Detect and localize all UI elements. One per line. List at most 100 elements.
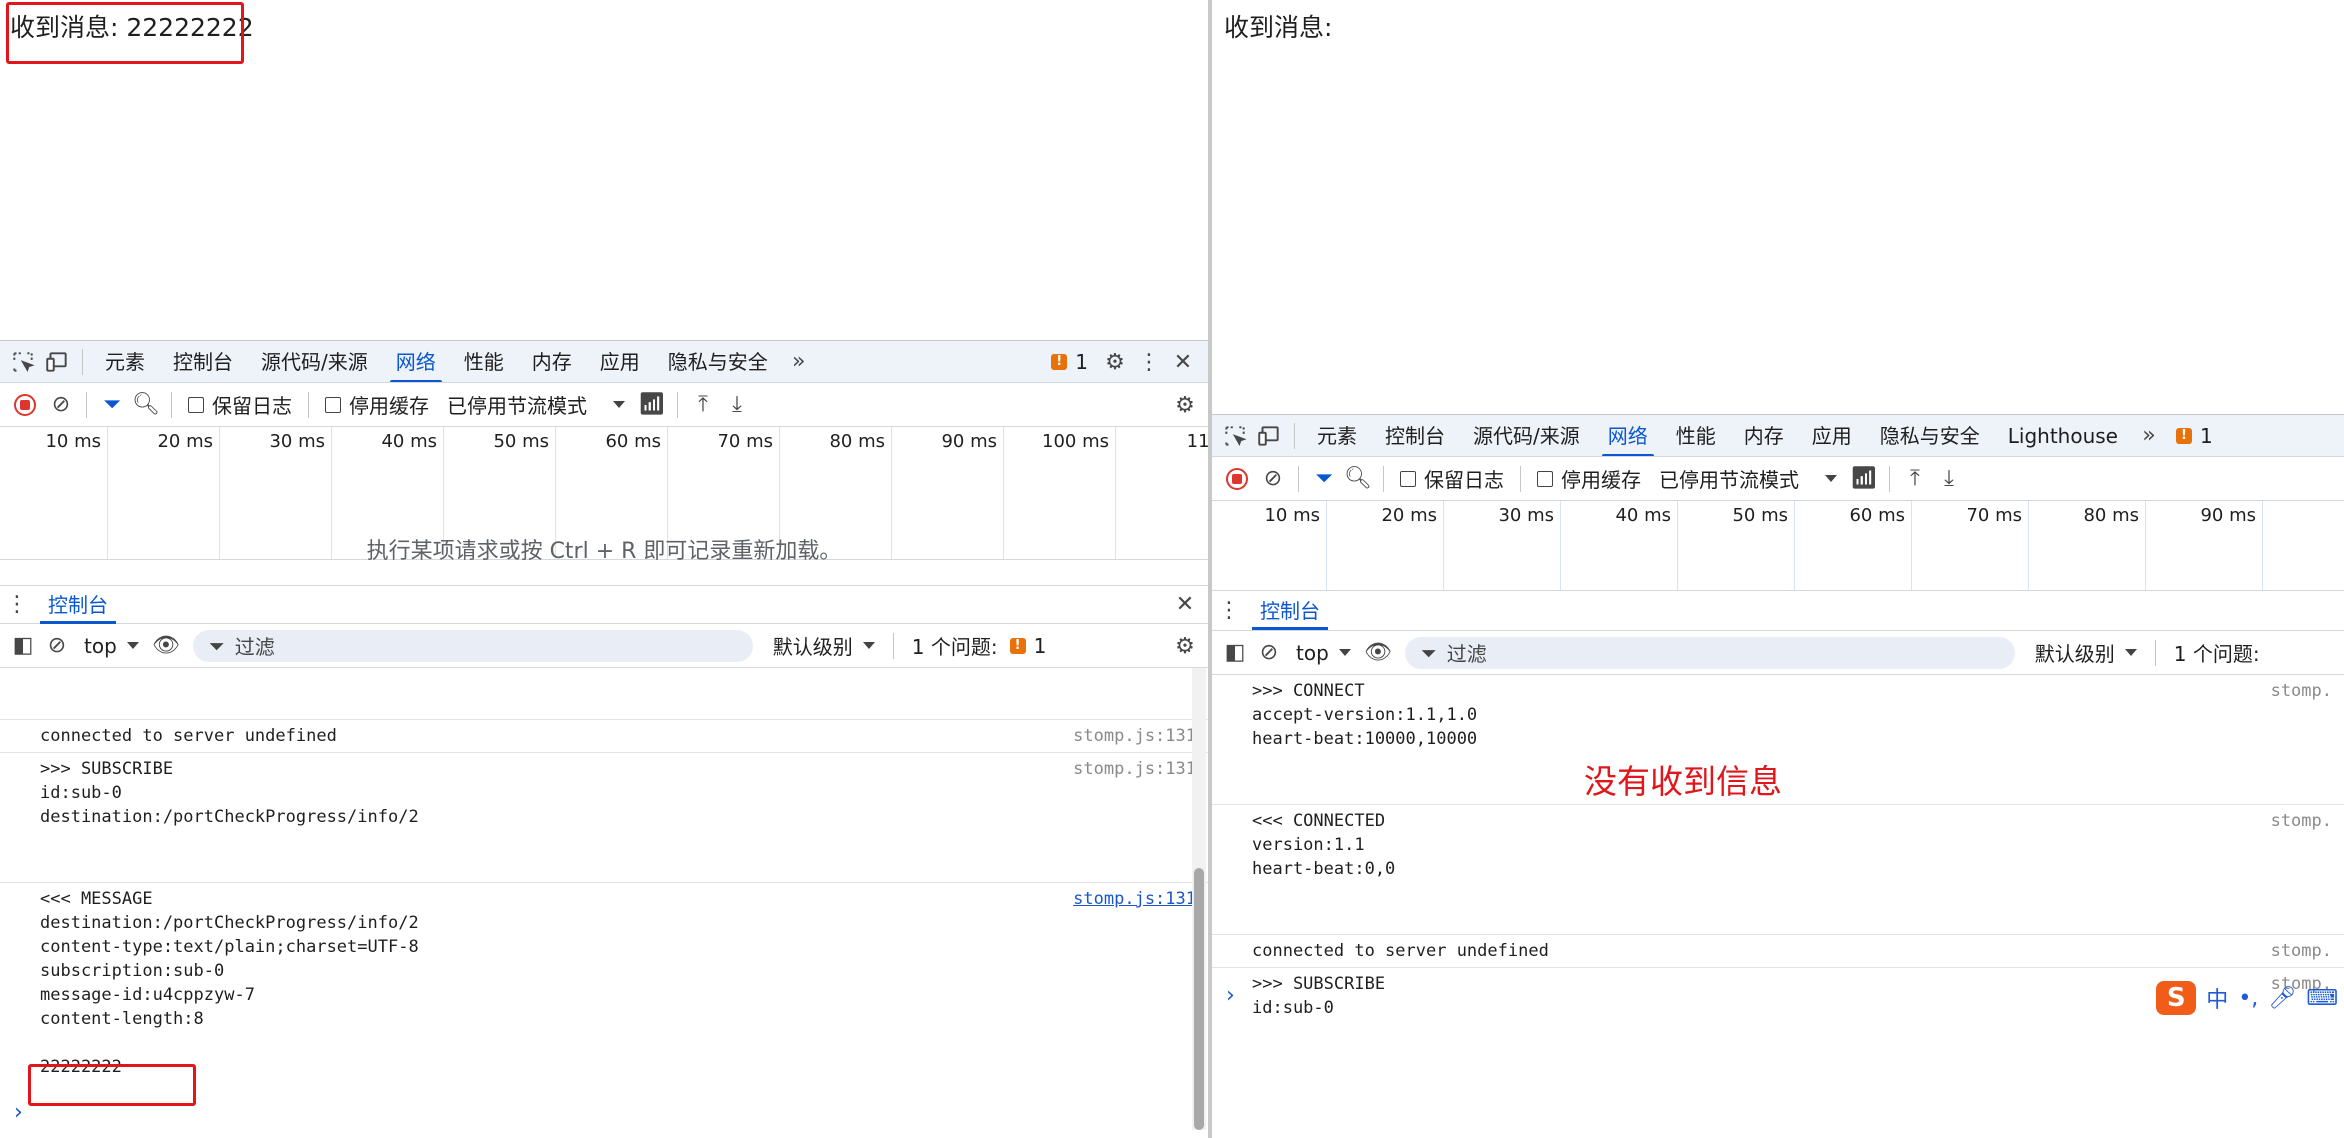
tab-performance[interactable]: 性能 <box>450 341 518 382</box>
live-expression-eye-icon[interactable]: 👁︎ <box>1361 636 1395 670</box>
timeline-gridline <box>1443 501 1444 590</box>
log-level-select[interactable]: 默认级别 <box>2035 638 2137 667</box>
more-options-icon[interactable]: ⋮ <box>1132 345 1166 379</box>
console-issues-count[interactable]: 1 个问题: <box>2174 638 2260 667</box>
disable-cache-checkbox[interactable]: 停用缓存 <box>325 390 429 419</box>
filter-icon[interactable]: ⏷ <box>1307 462 1341 496</box>
clear-icon[interactable]: ⊘ <box>44 388 78 422</box>
import-har-upload-icon[interactable]: ⤒ <box>686 388 720 422</box>
tab-privacy-security[interactable]: 隐私与安全 <box>654 341 782 382</box>
import-har-upload-icon[interactable]: ⤒ <box>1898 462 1932 496</box>
timeline-tick-label: 10 ms <box>1264 505 1320 526</box>
divider <box>2154 639 2156 666</box>
context-select[interactable]: top <box>84 634 139 658</box>
source-link[interactable]: stomp. <box>2271 679 2332 703</box>
console-scrollbar[interactable] <box>1192 668 1206 1130</box>
drawer-menu-icon[interactable]: ⋮ <box>1212 594 1246 628</box>
filter-icon: ⏷ <box>208 633 225 658</box>
context-select[interactable]: top <box>1296 641 1351 665</box>
record-stop-icon[interactable] <box>14 393 36 416</box>
live-expression-eye-icon[interactable]: 👁︎ <box>149 629 183 663</box>
tab-network[interactable]: 网络 <box>382 341 450 382</box>
sidebar-toggle-icon[interactable]: ◧ <box>1218 636 1252 670</box>
preserve-log-checkbox[interactable]: 保留日志 <box>1400 464 1504 493</box>
timeline-gridline <box>2145 501 2146 590</box>
inspect-element-icon[interactable] <box>6 345 40 379</box>
tab-lighthouse[interactable]: Lighthouse <box>1994 415 2132 456</box>
timeline-tick-label: 80 ms <box>2083 505 2139 526</box>
throttle-select[interactable]: 已停用节流模式 <box>447 390 625 419</box>
console-issues-count[interactable]: 1 个问题:! 1 <box>912 631 1047 660</box>
network-toolbar: ⊘ ⏷ 🔍︎ 保留日志 停用缓存 已停用节流模式 📶︎ ⤒ ⤓ <box>1212 457 2344 501</box>
tab-sources[interactable]: 源代码/来源 <box>247 341 382 382</box>
inspect-element-icon[interactable] <box>1218 419 1252 453</box>
tab-elements[interactable]: 元素 <box>1303 415 1371 456</box>
issues-badge[interactable]: ! 1 <box>2175 424 2213 448</box>
source-link[interactable]: stomp.js:131 <box>1073 757 1196 781</box>
ime-toolbar[interactable]: S 中 •, 🎤︎ ⌨ <box>2156 981 2338 1015</box>
microphone-icon[interactable]: 🎤︎ <box>2268 986 2296 1011</box>
tab-console[interactable]: 控制台 <box>159 341 247 382</box>
more-tabs-chevron-icon[interactable]: » <box>2132 419 2166 453</box>
filter-icon[interactable]: ⏷ <box>95 388 129 422</box>
drawer-tab-console[interactable]: 控制台 <box>1246 592 1334 630</box>
tab-performance[interactable]: 性能 <box>1662 415 1730 456</box>
close-devtools-icon[interactable]: ✕ <box>1166 345 1200 379</box>
device-toolbar-icon[interactable] <box>1252 419 1286 453</box>
close-drawer-icon[interactable]: ✕ <box>1168 588 1202 622</box>
keyboard-icon[interactable]: ⌨ <box>2306 986 2338 1011</box>
console-prompt-chevron-icon[interactable]: › <box>14 1100 23 1125</box>
chevron-down-icon <box>2124 649 2137 656</box>
drawer-tab-console[interactable]: 控制台 <box>34 586 122 624</box>
more-tabs-chevron-icon[interactable]: » <box>782 345 816 379</box>
console-entry: connected to server undefined stomp.js:13… <box>0 720 1208 753</box>
console-filter-input[interactable]: ⏷ 过滤 <box>192 629 753 662</box>
settings-gear-icon[interactable]: ⚙ <box>1098 345 1132 379</box>
divider <box>82 348 83 375</box>
search-icon[interactable]: 🔍︎ <box>1341 462 1375 496</box>
source-link[interactable]: stomp.js:131 <box>1073 724 1196 748</box>
tab-application[interactable]: 应用 <box>1798 415 1866 456</box>
tab-console[interactable]: 控制台 <box>1371 415 1459 456</box>
console-prompt-chevron-icon[interactable]: › <box>1226 983 1235 1008</box>
tab-network[interactable]: 网络 <box>1594 415 1662 456</box>
issues-badge[interactable]: ! 1 <box>1051 350 1088 374</box>
tab-memory[interactable]: 内存 <box>518 341 586 382</box>
warning-icon: ! <box>1009 637 1026 654</box>
throttle-select[interactable]: 已停用节流模式 <box>1659 464 1837 493</box>
clear-icon[interactable]: ⊘ <box>1256 462 1290 496</box>
timeline-tick-label: 20 ms <box>1381 505 1437 526</box>
console-entry: <<< CONNECTED version:1.1 heart-beat:0,0… <box>1212 805 2344 935</box>
device-toolbar-icon[interactable] <box>40 345 74 379</box>
console-entry: >>> SUBSCRIBE id:sub-0 destination:/port… <box>0 753 1208 883</box>
console-filter-input[interactable]: ⏷ 过滤 <box>1404 636 2015 669</box>
drawer-menu-icon[interactable]: ⋮ <box>0 588 34 622</box>
tab-memory[interactable]: 内存 <box>1730 415 1798 456</box>
source-link[interactable]: stomp.js:131 <box>1073 887 1196 911</box>
network-conditions-wifi-icon[interactable]: 📶︎ <box>635 388 669 422</box>
disable-cache-checkbox[interactable]: 停用缓存 <box>1537 464 1641 493</box>
tab-sources[interactable]: 源代码/来源 <box>1459 415 1594 456</box>
timeline-gridline <box>2262 501 2263 590</box>
punctuation-icon[interactable]: •, <box>2238 986 2258 1011</box>
clear-console-icon[interactable]: ⊘ <box>1252 636 1286 670</box>
export-har-download-icon[interactable]: ⤓ <box>1932 462 1966 496</box>
tab-elements[interactable]: 元素 <box>91 341 159 382</box>
console-settings-gear-icon[interactable]: ⚙ <box>1168 629 1202 663</box>
network-conditions-wifi-icon[interactable]: 📶︎ <box>1847 462 1881 496</box>
highlight-box-page-message <box>6 2 244 64</box>
source-link[interactable]: stomp. <box>2271 809 2332 833</box>
console-drawer-header: ⋮ 控制台 ✕ <box>0 586 1208 624</box>
record-stop-icon[interactable] <box>1226 467 1248 490</box>
sidebar-toggle-icon[interactable]: ◧ <box>6 629 40 663</box>
preserve-log-checkbox[interactable]: 保留日志 <box>188 390 292 419</box>
search-icon[interactable]: 🔍︎ <box>129 388 163 422</box>
export-har-download-icon[interactable]: ⤓ <box>720 388 754 422</box>
log-level-select[interactable]: 默认级别 <box>773 631 875 660</box>
network-settings-gear-icon[interactable]: ⚙ <box>1168 388 1202 422</box>
tab-application[interactable]: 应用 <box>586 341 654 382</box>
tab-privacy-security[interactable]: 隐私与安全 <box>1866 415 1994 456</box>
sogou-ime-icon[interactable]: S <box>2156 981 2197 1015</box>
source-link[interactable]: stomp. <box>2271 939 2332 963</box>
clear-console-icon[interactable]: ⊘ <box>40 629 74 663</box>
